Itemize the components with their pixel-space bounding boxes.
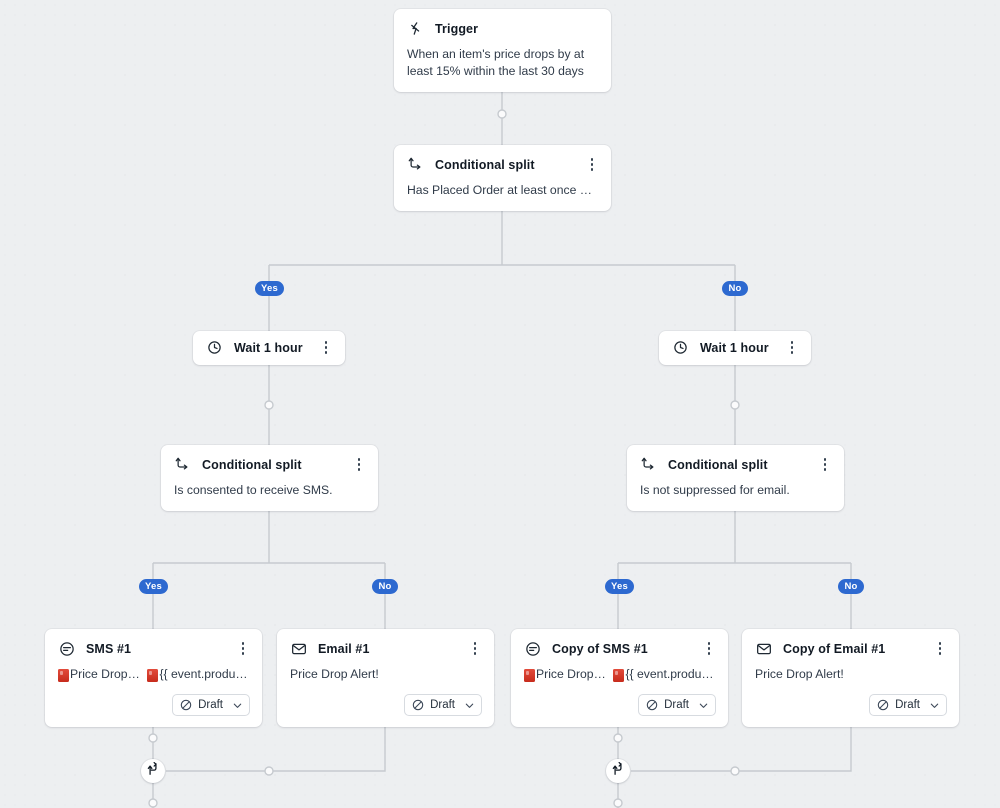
node-title: Wait 1 hour: [234, 340, 303, 355]
kebab-menu-icon[interactable]: [702, 640, 716, 657]
node-description: Is not suppressed for email.: [640, 483, 790, 497]
chevron-down-icon: [232, 700, 243, 711]
clock-icon: [206, 339, 223, 356]
node-conditional-split-right[interactable]: Conditional split Is not suppressed for …: [627, 445, 844, 511]
rotating-light-emoji: [524, 669, 535, 682]
kebab-menu-icon[interactable]: [785, 339, 799, 356]
node-title: Copy of Email #1: [783, 641, 886, 656]
kebab-menu-icon[interactable]: [236, 640, 250, 657]
node-description: Is consented to receive SMS.: [174, 483, 333, 497]
node-header: Conditional split: [394, 145, 611, 173]
message-text-part-2: {{ event.product_n…: [625, 667, 715, 681]
node-copy-of-sms-1[interactable]: Copy of SMS #1 Price Drop Alert! {{ even…: [511, 629, 728, 727]
node-conditional-split-root[interactable]: Conditional split Has Placed Order at le…: [394, 145, 611, 211]
node-title: SMS #1: [86, 641, 132, 656]
branch-badge-no[interactable]: No: [722, 281, 748, 296]
chevron-down-icon: [464, 700, 475, 711]
draft-slash-icon: [877, 699, 889, 711]
conditional-split-icon: [611, 761, 625, 781]
status-label: Draft: [430, 699, 455, 711]
status-label: Draft: [895, 699, 920, 711]
status-row: Draft: [277, 694, 494, 727]
status-dropdown-draft[interactable]: Draft: [869, 694, 947, 716]
node-header: Wait 1 hour: [659, 331, 811, 356]
node-header: Conditional split: [627, 445, 844, 473]
sms-icon: [58, 640, 75, 657]
status-dropdown-draft[interactable]: Draft: [404, 694, 482, 716]
node-title: Conditional split: [435, 157, 535, 172]
rotating-light-emoji: [147, 669, 159, 682]
lightning-bolt-icon: [407, 20, 424, 37]
kebab-menu-icon[interactable]: [319, 339, 333, 356]
node-message-preview: Price Drop Alert!: [755, 667, 844, 681]
node-message-preview: Price Drop Alert!: [290, 667, 379, 681]
node-email-1[interactable]: Email #1 Price Drop Alert! Draft: [277, 629, 494, 727]
rotating-light-emoji: [613, 669, 625, 682]
node-trigger[interactable]: Trigger When an item's price drops by at…: [394, 9, 611, 92]
node-sms-1[interactable]: SMS #1 Price Drop Alert! {{ event.produc…: [45, 629, 262, 727]
draft-slash-icon: [646, 699, 658, 711]
node-message-preview: Price Drop Alert! {{ event.product_n…: [45, 657, 262, 694]
kebab-menu-icon[interactable]: [818, 456, 832, 473]
node-title: Wait 1 hour: [700, 340, 769, 355]
status-row: Draft: [742, 694, 959, 727]
node-header: Wait 1 hour: [193, 331, 345, 356]
node-header: Copy of Email #1: [742, 629, 959, 657]
status-row: Draft: [45, 694, 262, 727]
node-header: Conditional split: [161, 445, 378, 473]
node-header: Copy of SMS #1: [511, 629, 728, 657]
branch-badge-right-yes[interactable]: Yes: [605, 579, 634, 594]
message-text-part-1: Price Drop Alert!: [536, 667, 608, 681]
conditional-split-icon: [146, 761, 160, 781]
message-text-part-2: {{ event.product_n…: [159, 667, 249, 681]
kebab-menu-icon[interactable]: [352, 456, 366, 473]
draft-slash-icon: [180, 699, 192, 711]
sms-icon: [524, 640, 541, 657]
node-header: SMS #1: [45, 629, 262, 657]
envelope-icon: [755, 640, 772, 657]
node-title: Email #1: [318, 641, 370, 656]
rotating-light-emoji: [58, 669, 69, 682]
branch-badge-left-no[interactable]: No: [372, 579, 398, 594]
node-description: Has Placed Order at least once over all …: [407, 183, 611, 197]
chevron-down-icon: [698, 700, 709, 711]
conditional-split-marker-left[interactable]: [141, 759, 165, 783]
status-label: Draft: [664, 699, 689, 711]
status-label: Draft: [198, 699, 223, 711]
conditional-split-icon: [407, 156, 424, 173]
chevron-down-icon: [929, 700, 940, 711]
branch-badge-right-no[interactable]: No: [838, 579, 864, 594]
node-conditional-split-left[interactable]: Conditional split Is consented to receiv…: [161, 445, 378, 511]
node-title: Conditional split: [668, 457, 768, 472]
node-wait-right[interactable]: Wait 1 hour: [659, 331, 811, 365]
node-wait-left[interactable]: Wait 1 hour: [193, 331, 345, 365]
status-row: Draft: [511, 694, 728, 727]
node-message-preview: Price Drop Alert! {{ event.product_n…: [511, 657, 728, 694]
node-title: Conditional split: [202, 457, 302, 472]
node-header: Email #1: [277, 629, 494, 657]
branch-badge-yes[interactable]: Yes: [255, 281, 284, 296]
message-text-part-1: Price Drop Alert!: [70, 667, 142, 681]
node-header: Trigger: [394, 9, 611, 37]
flow-canvas[interactable]: Trigger When an item's price drops by at…: [0, 0, 1000, 808]
node-description: When an item's price drops by at least 1…: [407, 47, 585, 78]
conditional-split-icon: [640, 456, 657, 473]
conditional-split-marker-right[interactable]: [606, 759, 630, 783]
node-title: Copy of SMS #1: [552, 641, 648, 656]
kebab-menu-icon[interactable]: [933, 640, 947, 657]
envelope-icon: [290, 640, 307, 657]
kebab-menu-icon[interactable]: [468, 640, 482, 657]
branch-badge-left-yes[interactable]: Yes: [139, 579, 168, 594]
status-dropdown-draft[interactable]: Draft: [638, 694, 716, 716]
node-copy-of-email-1[interactable]: Copy of Email #1 Price Drop Alert! Draft: [742, 629, 959, 727]
status-dropdown-draft[interactable]: Draft: [172, 694, 250, 716]
clock-icon: [672, 339, 689, 356]
draft-slash-icon: [412, 699, 424, 711]
node-title: Trigger: [435, 21, 479, 36]
kebab-menu-icon[interactable]: [585, 156, 599, 173]
conditional-split-icon: [174, 456, 191, 473]
